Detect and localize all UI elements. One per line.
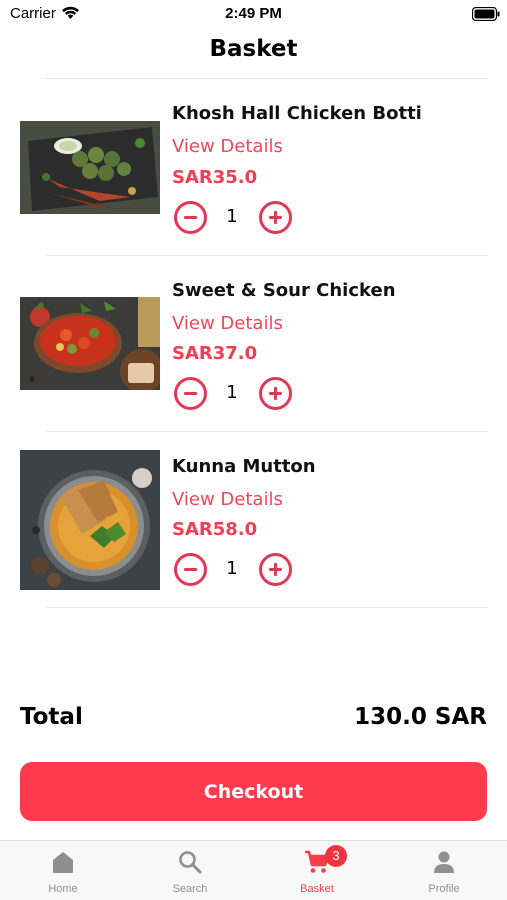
curry-pan-icon <box>20 297 160 390</box>
decrease-quantity-button[interactable] <box>174 377 207 410</box>
minus-icon <box>184 392 197 395</box>
basket-item: Khosh Hall Chicken Botti View Details SA… <box>0 79 507 255</box>
quantity-value: 1 <box>226 206 238 227</box>
battery-icon <box>472 7 500 21</box>
increase-quantity-button[interactable] <box>259 553 292 586</box>
grilled-chicken-plate-icon <box>20 121 160 214</box>
tab-label: Basket <box>300 883 334 895</box>
item-name: Kunna Mutton <box>172 456 316 477</box>
home-icon <box>53 852 73 873</box>
mutton-bowl-icon <box>20 450 160 590</box>
view-details-link[interactable]: View Details <box>172 313 283 334</box>
total-label: Total <box>20 704 83 730</box>
item-name: Sweet & Sour Chicken <box>172 280 396 301</box>
item-price: SAR58.0 <box>172 519 258 540</box>
checkout-button[interactable]: Checkout <box>20 762 487 821</box>
increase-quantity-button[interactable] <box>259 201 292 234</box>
cart-count-badge: 3 <box>325 845 347 867</box>
tab-label: Home <box>48 883 78 895</box>
basket-item: Kunna Mutton View Details SAR58.0 1 <box>0 432 507 608</box>
tab-label: Search <box>172 883 208 895</box>
tab-profile[interactable]: Profile <box>381 841 507 900</box>
increase-quantity-button[interactable] <box>259 377 292 410</box>
view-details-link[interactable]: View Details <box>172 489 283 510</box>
item-price: SAR37.0 <box>172 343 258 364</box>
item-image <box>20 121 160 214</box>
quantity-value: 1 <box>226 558 238 579</box>
decrease-quantity-button[interactable] <box>174 553 207 586</box>
page-title: Basket <box>209 36 298 62</box>
tab-search[interactable]: Search <box>127 841 253 900</box>
minus-icon <box>184 568 197 571</box>
item-name: Khosh Hall Chicken Botti <box>172 103 422 124</box>
quantity-value: 1 <box>226 382 238 403</box>
item-image <box>20 450 160 590</box>
person-icon <box>434 851 454 873</box>
search-icon <box>179 851 202 874</box>
item-divider <box>45 607 488 608</box>
tab-home[interactable]: Home <box>0 841 126 900</box>
status-time: 2:49 PM <box>225 5 282 22</box>
tab-label: Profile <box>428 883 460 895</box>
minus-icon <box>184 216 197 219</box>
total-value: 130.0 SAR <box>354 704 487 730</box>
tab-bar: Home Search 3 Basket Profile <box>0 840 507 900</box>
item-image <box>20 297 160 390</box>
decrease-quantity-button[interactable] <box>174 201 207 234</box>
item-price: SAR35.0 <box>172 167 258 188</box>
basket-item: Sweet & Sour Chicken View Details SAR37.… <box>0 256 507 432</box>
view-details-link[interactable]: View Details <box>172 136 283 157</box>
status-bar: Carrier 2:49 PM <box>0 0 507 28</box>
tab-basket[interactable]: 3 Basket <box>254 841 380 900</box>
